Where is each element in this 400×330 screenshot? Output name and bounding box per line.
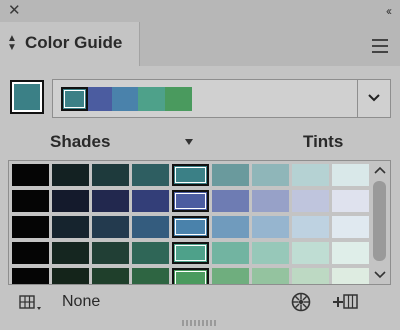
save-color-group-icon[interactable] <box>333 293 359 311</box>
resize-grip[interactable] <box>182 320 218 326</box>
harmony-color[interactable] <box>112 87 138 111</box>
color-cell[interactable] <box>292 242 329 264</box>
color-cell[interactable] <box>332 190 369 212</box>
color-cell[interactable] <box>292 190 329 212</box>
color-cell[interactable] <box>52 190 89 212</box>
selected-color-cell[interactable] <box>172 190 209 212</box>
color-cell[interactable] <box>332 268 369 284</box>
color-cell[interactable] <box>252 242 289 264</box>
current-color-swatch[interactable] <box>10 80 44 114</box>
harmony-colors-bar[interactable] <box>52 79 358 118</box>
color-cell[interactable] <box>12 190 49 212</box>
panel-top-bar: ✕ ‹‹ <box>0 0 400 22</box>
color-cell[interactable] <box>212 190 249 212</box>
color-variations-grid <box>8 160 391 285</box>
variation-options-arrow-icon[interactable] <box>185 139 193 145</box>
scroll-down-icon[interactable] <box>374 270 386 280</box>
color-cell[interactable] <box>332 164 369 186</box>
color-cell[interactable] <box>252 190 289 212</box>
color-cell[interactable] <box>332 216 369 238</box>
color-cell[interactable] <box>132 190 169 212</box>
selected-color-cell[interactable] <box>172 268 209 284</box>
hamburger-menu-icon[interactable] <box>372 39 388 57</box>
color-cell[interactable] <box>92 242 129 264</box>
tab-resize-icon[interactable]: ▲ ▼ <box>7 34 17 53</box>
grid-scrollbar[interactable] <box>370 161 390 284</box>
color-cell[interactable] <box>52 164 89 186</box>
color-cell[interactable] <box>12 216 49 238</box>
color-cell[interactable] <box>92 190 129 212</box>
chevron-down-icon <box>368 94 380 102</box>
collapse-panels-icon[interactable]: ‹‹ <box>386 3 392 19</box>
color-cell[interactable] <box>132 164 169 186</box>
tab-color-guide[interactable]: ▲ ▼ Color Guide <box>0 22 140 66</box>
color-cell[interactable] <box>52 216 89 238</box>
color-cell[interactable] <box>332 242 369 264</box>
color-cell[interactable] <box>12 268 49 284</box>
color-cell[interactable] <box>212 268 249 284</box>
close-icon[interactable]: ✕ <box>8 2 21 20</box>
color-wheel-icon[interactable] <box>291 292 311 312</box>
harmony-rules-dropdown[interactable] <box>358 79 391 118</box>
selected-color-cell[interactable] <box>172 164 209 186</box>
harmony-color[interactable] <box>165 87 192 111</box>
color-cell[interactable] <box>252 268 289 284</box>
panel-tab-row: ▲ ▼ Color Guide <box>0 22 400 66</box>
color-cell[interactable] <box>252 164 289 186</box>
selected-color-cell[interactable] <box>172 242 209 264</box>
color-cell[interactable] <box>92 216 129 238</box>
color-cell[interactable] <box>52 268 89 284</box>
color-cell[interactable] <box>212 242 249 264</box>
color-cell[interactable] <box>132 268 169 284</box>
color-cell[interactable] <box>92 164 129 186</box>
color-cell[interactable] <box>132 216 169 238</box>
color-cell[interactable] <box>292 164 329 186</box>
harmony-color[interactable] <box>138 87 165 111</box>
color-cell[interactable] <box>12 164 49 186</box>
color-cell[interactable] <box>252 216 289 238</box>
color-cell[interactable] <box>132 242 169 264</box>
color-cell[interactable] <box>292 268 329 284</box>
harmony-color[interactable] <box>88 87 112 111</box>
color-cell[interactable] <box>292 216 329 238</box>
color-cell[interactable] <box>12 242 49 264</box>
tints-label: Tints <box>303 132 344 151</box>
color-cell[interactable] <box>212 164 249 186</box>
panel-title: Color Guide <box>25 33 123 52</box>
scroll-up-icon[interactable] <box>374 165 386 175</box>
harmony-base-color[interactable] <box>61 87 88 111</box>
scrollbar-thumb[interactable] <box>373 181 386 261</box>
color-cell[interactable] <box>52 242 89 264</box>
selected-color-cell[interactable] <box>172 216 209 238</box>
color-cell[interactable] <box>212 216 249 238</box>
swatch-library-label: None <box>62 293 101 310</box>
panel-bottom-bar: None <box>0 286 400 320</box>
shades-label: Shades <box>50 132 111 151</box>
swatch-library-icon[interactable] <box>19 295 43 311</box>
color-cell[interactable] <box>92 268 129 284</box>
